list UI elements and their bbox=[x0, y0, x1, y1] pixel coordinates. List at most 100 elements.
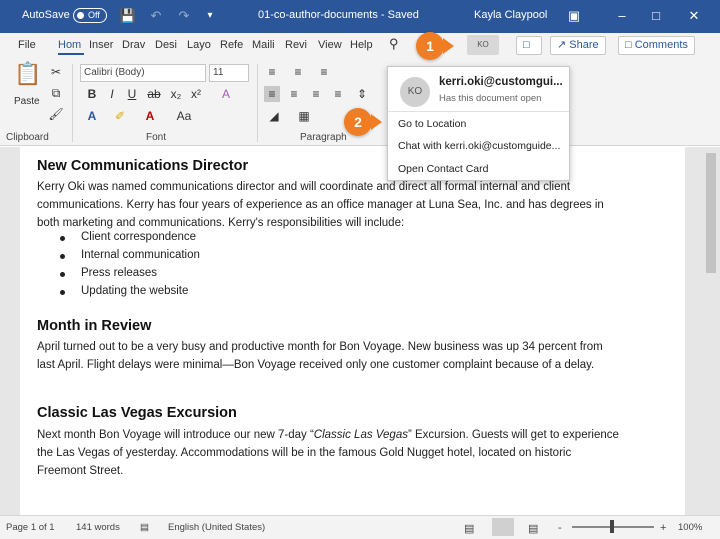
comments-label: Comments bbox=[634, 39, 688, 51]
tab-layout[interactable]: Layo bbox=[187, 39, 214, 51]
language-status[interactable]: English (United States) bbox=[168, 522, 265, 533]
autosave-toggle[interactable]: Off bbox=[73, 8, 107, 23]
borders-icon[interactable]: ▦ bbox=[296, 108, 312, 124]
ribbon-display-icon[interactable]: ▣ bbox=[564, 6, 584, 26]
format-painter-icon[interactable]: 🖌 bbox=[48, 106, 64, 122]
align-right-icon[interactable]: ≡ bbox=[308, 86, 324, 102]
menu-item-chat[interactable]: Chat with kerri.oki@customguide... bbox=[398, 140, 560, 152]
divider bbox=[257, 64, 258, 142]
paragraph-group-label: Paragraph bbox=[300, 132, 347, 143]
coauthor-popup: KO kerri.oki@customgui... Has this docum… bbox=[387, 66, 570, 181]
zoom-level[interactable]: 100% bbox=[678, 522, 702, 533]
coauthor-avatar-button[interactable]: KO bbox=[467, 35, 499, 55]
maximize-icon[interactable]: □ bbox=[646, 6, 666, 26]
line-spacing-icon[interactable]: ⇕ bbox=[354, 86, 370, 102]
popup-avatar: KO bbox=[400, 77, 430, 107]
user-name[interactable]: Kayla Claypool bbox=[474, 9, 547, 21]
share-label: Share bbox=[569, 39, 599, 51]
share-icon: ↗ bbox=[557, 39, 570, 51]
scrollbar-thumb[interactable] bbox=[706, 153, 716, 273]
center-icon[interactable]: ≡ bbox=[286, 86, 302, 102]
multilevel-list-icon[interactable]: ≡ bbox=[316, 64, 332, 80]
divider bbox=[388, 111, 569, 112]
share-button[interactable]: ↗ Share bbox=[550, 36, 606, 55]
tab-view[interactable]: View bbox=[318, 39, 342, 51]
menu-item-go-to-location[interactable]: Go to Location bbox=[398, 118, 466, 130]
underline-icon[interactable]: U bbox=[124, 86, 140, 102]
list-item-text: Press releases bbox=[81, 267, 158, 279]
tab-design[interactable]: Desi bbox=[155, 39, 182, 51]
zoom-slider-thumb[interactable] bbox=[610, 520, 614, 533]
word-count[interactable]: 141 words bbox=[76, 522, 120, 533]
font-group-label: Font bbox=[146, 132, 167, 143]
comments-button[interactable]: □ Comments bbox=[618, 36, 695, 55]
tab-review[interactable]: Revi bbox=[285, 39, 312, 51]
justify-icon[interactable]: ≡ bbox=[330, 86, 346, 102]
bold-icon[interactable]: B bbox=[84, 86, 100, 102]
callout-step-1: 1 bbox=[416, 32, 444, 60]
bullets-icon[interactable]: ≡ bbox=[264, 64, 280, 80]
tab-mailings[interactable]: Maili bbox=[252, 39, 280, 51]
heading-new-communications-director: New Communications Director bbox=[37, 158, 249, 174]
font-name-combo[interactable]: Calibri (Body) bbox=[80, 64, 206, 82]
zoom-in-button[interactable]: + bbox=[660, 522, 666, 534]
callout-arrow bbox=[371, 114, 382, 130]
strikethrough-icon[interactable]: ab bbox=[146, 86, 162, 102]
numbering-icon[interactable]: ≡ bbox=[290, 64, 306, 80]
italic-icon[interactable]: I bbox=[104, 86, 120, 102]
list-item-text: Updating the website bbox=[81, 285, 189, 297]
clear-format-icon[interactable]: A bbox=[218, 86, 234, 102]
superscript-icon[interactable]: x² bbox=[188, 86, 204, 102]
tab-help[interactable]: Help bbox=[350, 39, 373, 51]
tab-references[interactable]: Refe bbox=[220, 39, 247, 51]
paragraph-communications: Kerry Oki was named communications direc… bbox=[37, 181, 604, 229]
align-left-icon[interactable]: ≡ bbox=[264, 86, 280, 102]
list-item-text: Internal communication bbox=[81, 249, 200, 261]
list-item: Updating the website bbox=[60, 285, 188, 297]
title-bar: AutoSave Off 💾 ↶ ↷ ▾ 01-co-author-docume… bbox=[0, 0, 720, 33]
coauthor-status: Has this document open bbox=[439, 93, 542, 104]
minimize-icon[interactable]: – bbox=[612, 6, 632, 26]
close-icon[interactable]: ✕ bbox=[684, 6, 704, 26]
toggle-knob bbox=[77, 12, 84, 19]
comments-icon: □ bbox=[625, 39, 635, 51]
proofing-icon[interactable]: ▤ bbox=[140, 522, 149, 533]
redo-icon[interactable]: ↷ bbox=[174, 6, 194, 26]
search-icon[interactable]: ⚲ bbox=[389, 36, 399, 52]
change-case-icon[interactable]: Aa bbox=[172, 108, 196, 124]
tab-draw[interactable]: Drav bbox=[122, 39, 149, 51]
zoom-out-button[interactable]: - bbox=[558, 522, 562, 534]
text-effects-icon[interactable]: A bbox=[84, 108, 100, 124]
list-item: Internal communication bbox=[60, 249, 200, 261]
save-icon[interactable]: 💾 bbox=[118, 6, 138, 26]
emphasis-text: Classic Las Vegas bbox=[313, 429, 408, 441]
document-title[interactable]: 01-co-author-documents - Saved bbox=[258, 9, 419, 21]
page-count[interactable]: Page 1 of 1 bbox=[6, 522, 55, 533]
font-size-combo[interactable]: 11 bbox=[209, 64, 249, 82]
tab-file[interactable]: File bbox=[18, 39, 36, 51]
tab-home[interactable]: Hom bbox=[58, 39, 84, 55]
autosave-toggle-label: Off bbox=[88, 10, 100, 20]
paragraph-las-vegas: Next month Bon Voyage will introduce our… bbox=[37, 426, 622, 480]
coauthor-email: kerri.oki@customgui... bbox=[439, 76, 563, 88]
list-item: Press releases bbox=[60, 267, 157, 279]
print-layout-icon[interactable] bbox=[492, 518, 514, 536]
font-color-icon[interactable]: A bbox=[142, 108, 158, 124]
shading-icon[interactable]: ◢ bbox=[266, 108, 282, 124]
autosave-label: AutoSave bbox=[22, 9, 70, 21]
paste-label[interactable]: Paste bbox=[14, 96, 40, 107]
copy-icon[interactable]: ⧉ bbox=[48, 85, 64, 101]
paste-icon[interactable]: 📋 bbox=[14, 63, 41, 92]
tab-insert[interactable]: Inser bbox=[89, 39, 116, 51]
undo-icon[interactable]: ↶ bbox=[146, 6, 166, 26]
highlight-icon[interactable]: ✐ bbox=[112, 108, 128, 124]
cut-icon[interactable]: ✂ bbox=[48, 64, 64, 80]
customize-qat-icon[interactable]: ▾ bbox=[200, 6, 220, 26]
menu-item-open-contact-card[interactable]: Open Contact Card bbox=[398, 163, 488, 175]
vertical-scrollbar[interactable] bbox=[702, 147, 720, 515]
read-mode-icon[interactable]: ▤ bbox=[464, 522, 474, 535]
web-layout-icon[interactable]: ▤ bbox=[528, 522, 538, 535]
comment-icon[interactable]: □ bbox=[516, 36, 542, 55]
subscript-icon[interactable]: x₂ bbox=[168, 86, 184, 102]
divider bbox=[72, 64, 73, 142]
